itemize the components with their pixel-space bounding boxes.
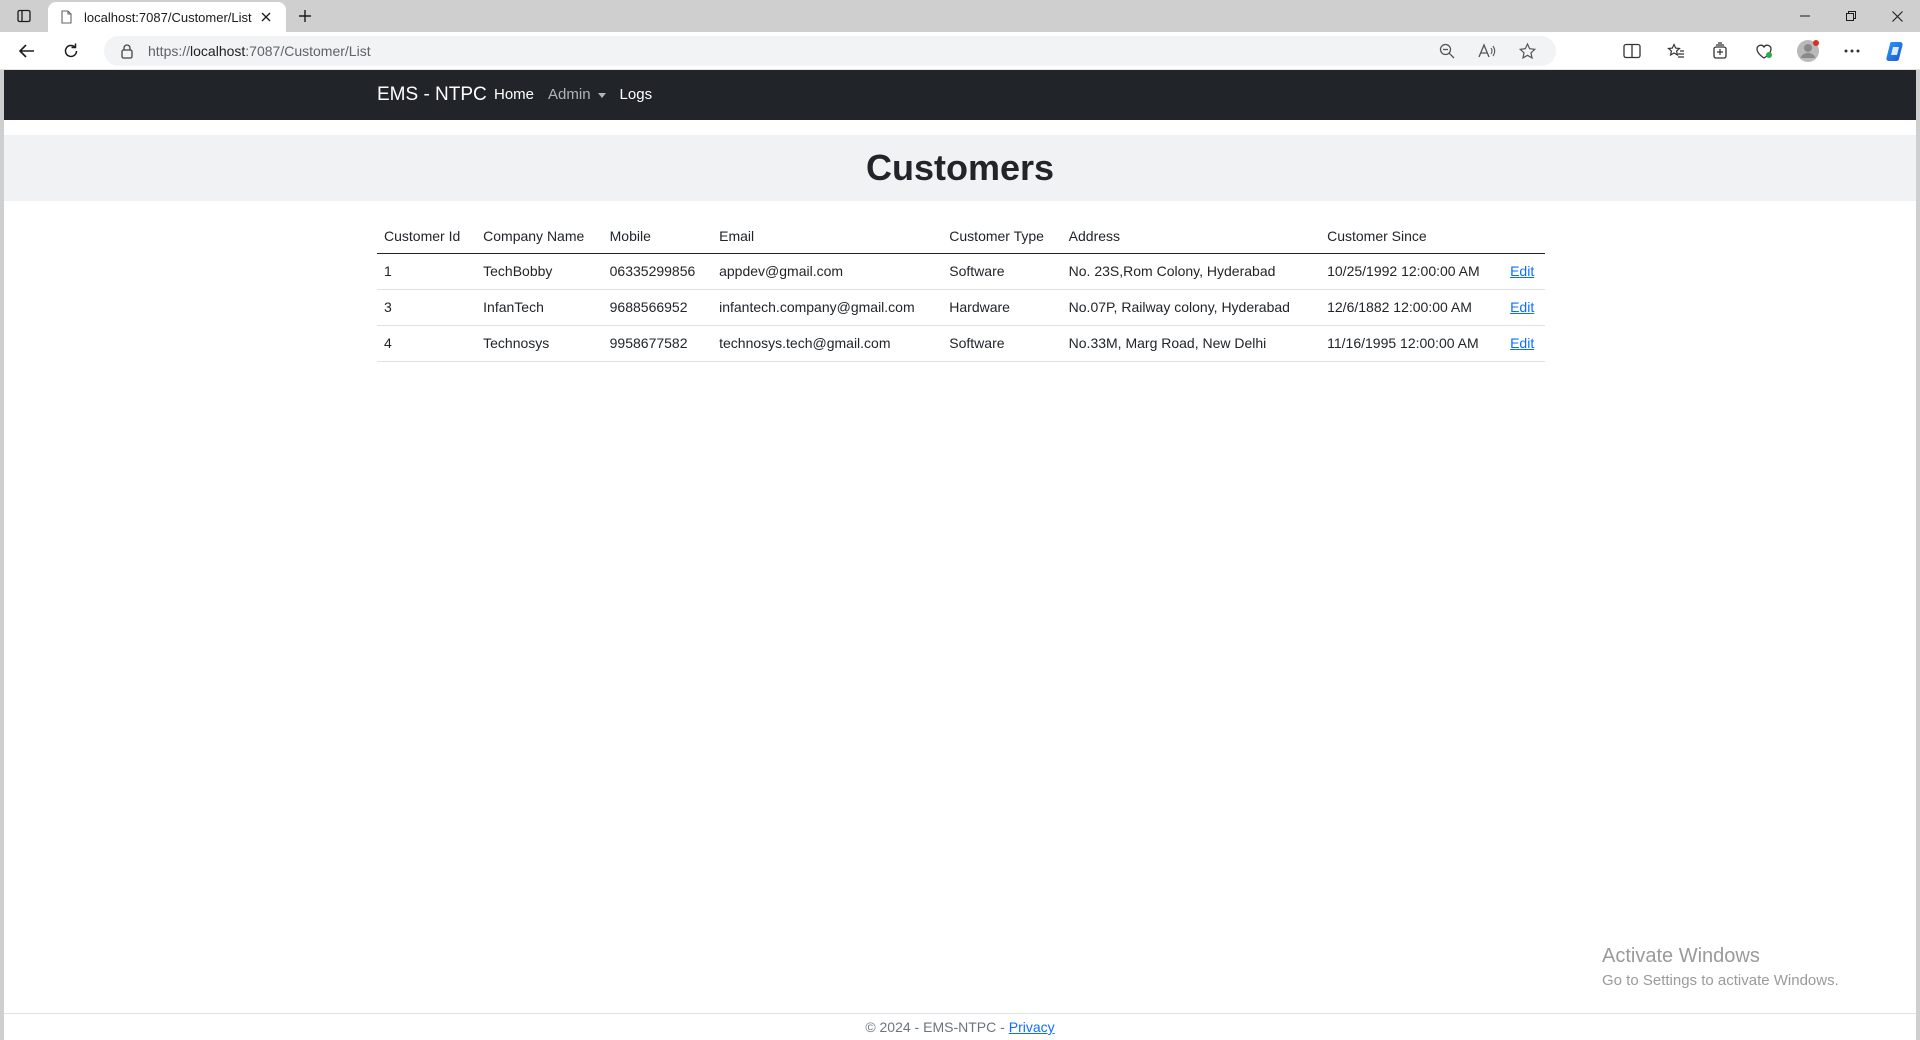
browser-essentials-icon[interactable] <box>1748 36 1780 66</box>
page-header-band: Customers <box>4 135 1916 201</box>
tab-actions-button[interactable] <box>10 4 38 28</box>
nav-logs-link[interactable]: Logs <box>620 86 653 103</box>
cell-customer-since: 10/25/1992 12:00:00 AM <box>1320 253 1504 290</box>
page-viewport: EMS - NTPC Home Admin Logs Customers Cus… <box>4 70 1916 1040</box>
nav-home-link[interactable]: Home <box>494 86 534 103</box>
close-icon <box>1891 10 1903 22</box>
site-navbar: EMS - NTPC Home Admin Logs <box>4 70 1916 120</box>
col-header-actions <box>1503 220 1545 254</box>
watermark-subtitle: Go to Settings to activate Windows. <box>1602 972 1839 989</box>
cell-customer-id: 4 <box>377 325 477 362</box>
cell-address: No. 23S,Rom Colony, Hyderabad <box>1061 253 1321 290</box>
table-row: 4 Technosys 9958677582 technosys.tech@gm… <box>377 325 1545 362</box>
url-text[interactable]: https://localhost:7087/Customer/List <box>148 43 371 59</box>
cell-customer-type: Software <box>942 325 1062 362</box>
activate-windows-watermark: Activate Windows Go to Settings to activ… <box>1602 945 1839 989</box>
col-header-company-name: Company Name <box>476 220 603 254</box>
privacy-link[interactable]: Privacy <box>1009 1019 1055 1035</box>
cell-email: technosys.tech@gmail.com <box>712 325 943 362</box>
edit-link[interactable]: Edit <box>1510 335 1534 351</box>
cell-customer-type: Hardware <box>942 289 1062 326</box>
cell-mobile: 9958677582 <box>602 325 713 362</box>
cell-mobile: 06335299856 <box>602 253 713 290</box>
close-tab-icon[interactable] <box>256 7 276 27</box>
cell-address: No.07P, Railway colony, Hyderabad <box>1061 289 1321 326</box>
cell-actions: Edit <box>1503 289 1545 326</box>
cell-company-name: InfanTech <box>476 289 603 326</box>
cell-company-name: TechBobby <box>476 253 603 290</box>
col-header-mobile: Mobile <box>602 220 713 254</box>
profile-avatar-icon[interactable] <box>1792 36 1824 66</box>
back-button[interactable] <box>12 37 42 65</box>
minimize-button[interactable] <box>1782 0 1828 32</box>
cell-email: infantech.company@gmail.com <box>712 289 943 326</box>
brand-link[interactable]: EMS - NTPC <box>377 84 487 106</box>
favorite-star-icon[interactable] <box>1514 38 1540 64</box>
nav-links: Home Admin Logs <box>494 86 652 103</box>
split-screen-icon[interactable] <box>1616 36 1648 66</box>
refresh-icon <box>64 43 78 58</box>
page-favicon-icon <box>58 9 74 25</box>
col-header-customer-type: Customer Type <box>942 220 1062 254</box>
address-bar[interactable]: https://localhost:7087/Customer/List <box>104 36 1556 66</box>
cell-customer-id: 1 <box>377 253 477 290</box>
window-border-right <box>1916 70 1920 1040</box>
col-header-email: Email <box>712 220 943 254</box>
col-header-customer-since: Customer Since <box>1320 220 1504 254</box>
table-header-row: Customer Id Company Name Mobile Email Cu… <box>377 220 1545 254</box>
watermark-title: Activate Windows <box>1602 945 1760 967</box>
cell-customer-since: 12/6/1882 12:00:00 AM <box>1320 289 1504 326</box>
close-window-button[interactable] <box>1874 0 1920 32</box>
browser-tab-active[interactable]: localhost:7087/Customer/List <box>48 2 286 32</box>
window-controls <box>1782 0 1920 32</box>
edit-link[interactable]: Edit <box>1510 263 1534 279</box>
back-arrow-icon <box>18 44 34 58</box>
tab-actions-icon <box>17 9 31 23</box>
nav-admin-dropdown[interactable]: Admin <box>548 86 606 103</box>
collections-icon[interactable] <box>1704 36 1736 66</box>
read-aloud-icon[interactable] <box>1474 38 1500 64</box>
page-title: Customers <box>865 147 1055 188</box>
table-row: 1 TechBobby 06335299856 appdev@gmail.com… <box>377 253 1545 290</box>
edit-link[interactable]: Edit <box>1510 299 1534 315</box>
caret-down-icon <box>597 93 606 98</box>
cell-email: appdev@gmail.com <box>712 253 943 290</box>
refresh-button[interactable] <box>56 37 86 65</box>
restore-icon <box>1846 11 1856 21</box>
minimize-icon <box>1800 15 1810 17</box>
browser-toolbar: https://localhost:7087/Customer/List <box>0 32 1920 70</box>
cell-company-name: Technosys <box>476 325 603 362</box>
favorites-icon[interactable] <box>1660 36 1692 66</box>
nav-admin-label: Admin <box>548 86 591 103</box>
plus-icon <box>299 10 311 22</box>
col-header-customer-id: Customer Id <box>377 220 477 254</box>
customers-table-container: Customer Id Company Name Mobile Email Cu… <box>377 220 1545 362</box>
cell-customer-type: Software <box>942 253 1062 290</box>
cell-customer-since: 11/16/1995 12:00:00 AM <box>1320 325 1504 362</box>
cell-actions: Edit <box>1503 325 1545 362</box>
customers-table: Customer Id Company Name Mobile Email Cu… <box>377 220 1545 362</box>
browser-tabstrip: localhost:7087/Customer/List <box>0 0 1920 32</box>
cell-customer-id: 3 <box>377 289 477 326</box>
cell-actions: Edit <box>1503 253 1545 290</box>
cell-mobile: 9688566952 <box>602 289 713 326</box>
table-row: 3 InfanTech 9688566952 infantech.company… <box>377 289 1545 326</box>
col-header-address: Address <box>1061 220 1321 254</box>
site-footer: © 2024 - EMS-NTPC - Privacy <box>4 1013 1916 1040</box>
lock-icon[interactable] <box>118 42 136 60</box>
cell-address: No.33M, Marg Road, New Delhi <box>1061 325 1321 362</box>
more-options-icon[interactable] <box>1836 36 1868 66</box>
restore-button[interactable] <box>1828 0 1874 32</box>
new-tab-button[interactable] <box>292 4 318 28</box>
zoom-out-icon[interactable] <box>1434 38 1460 64</box>
copilot-icon[interactable] <box>1880 36 1912 66</box>
tab-title: localhost:7087/Customer/List <box>84 9 252 25</box>
footer-copyright: © 2024 - EMS-NTPC - <box>865 1019 1005 1035</box>
